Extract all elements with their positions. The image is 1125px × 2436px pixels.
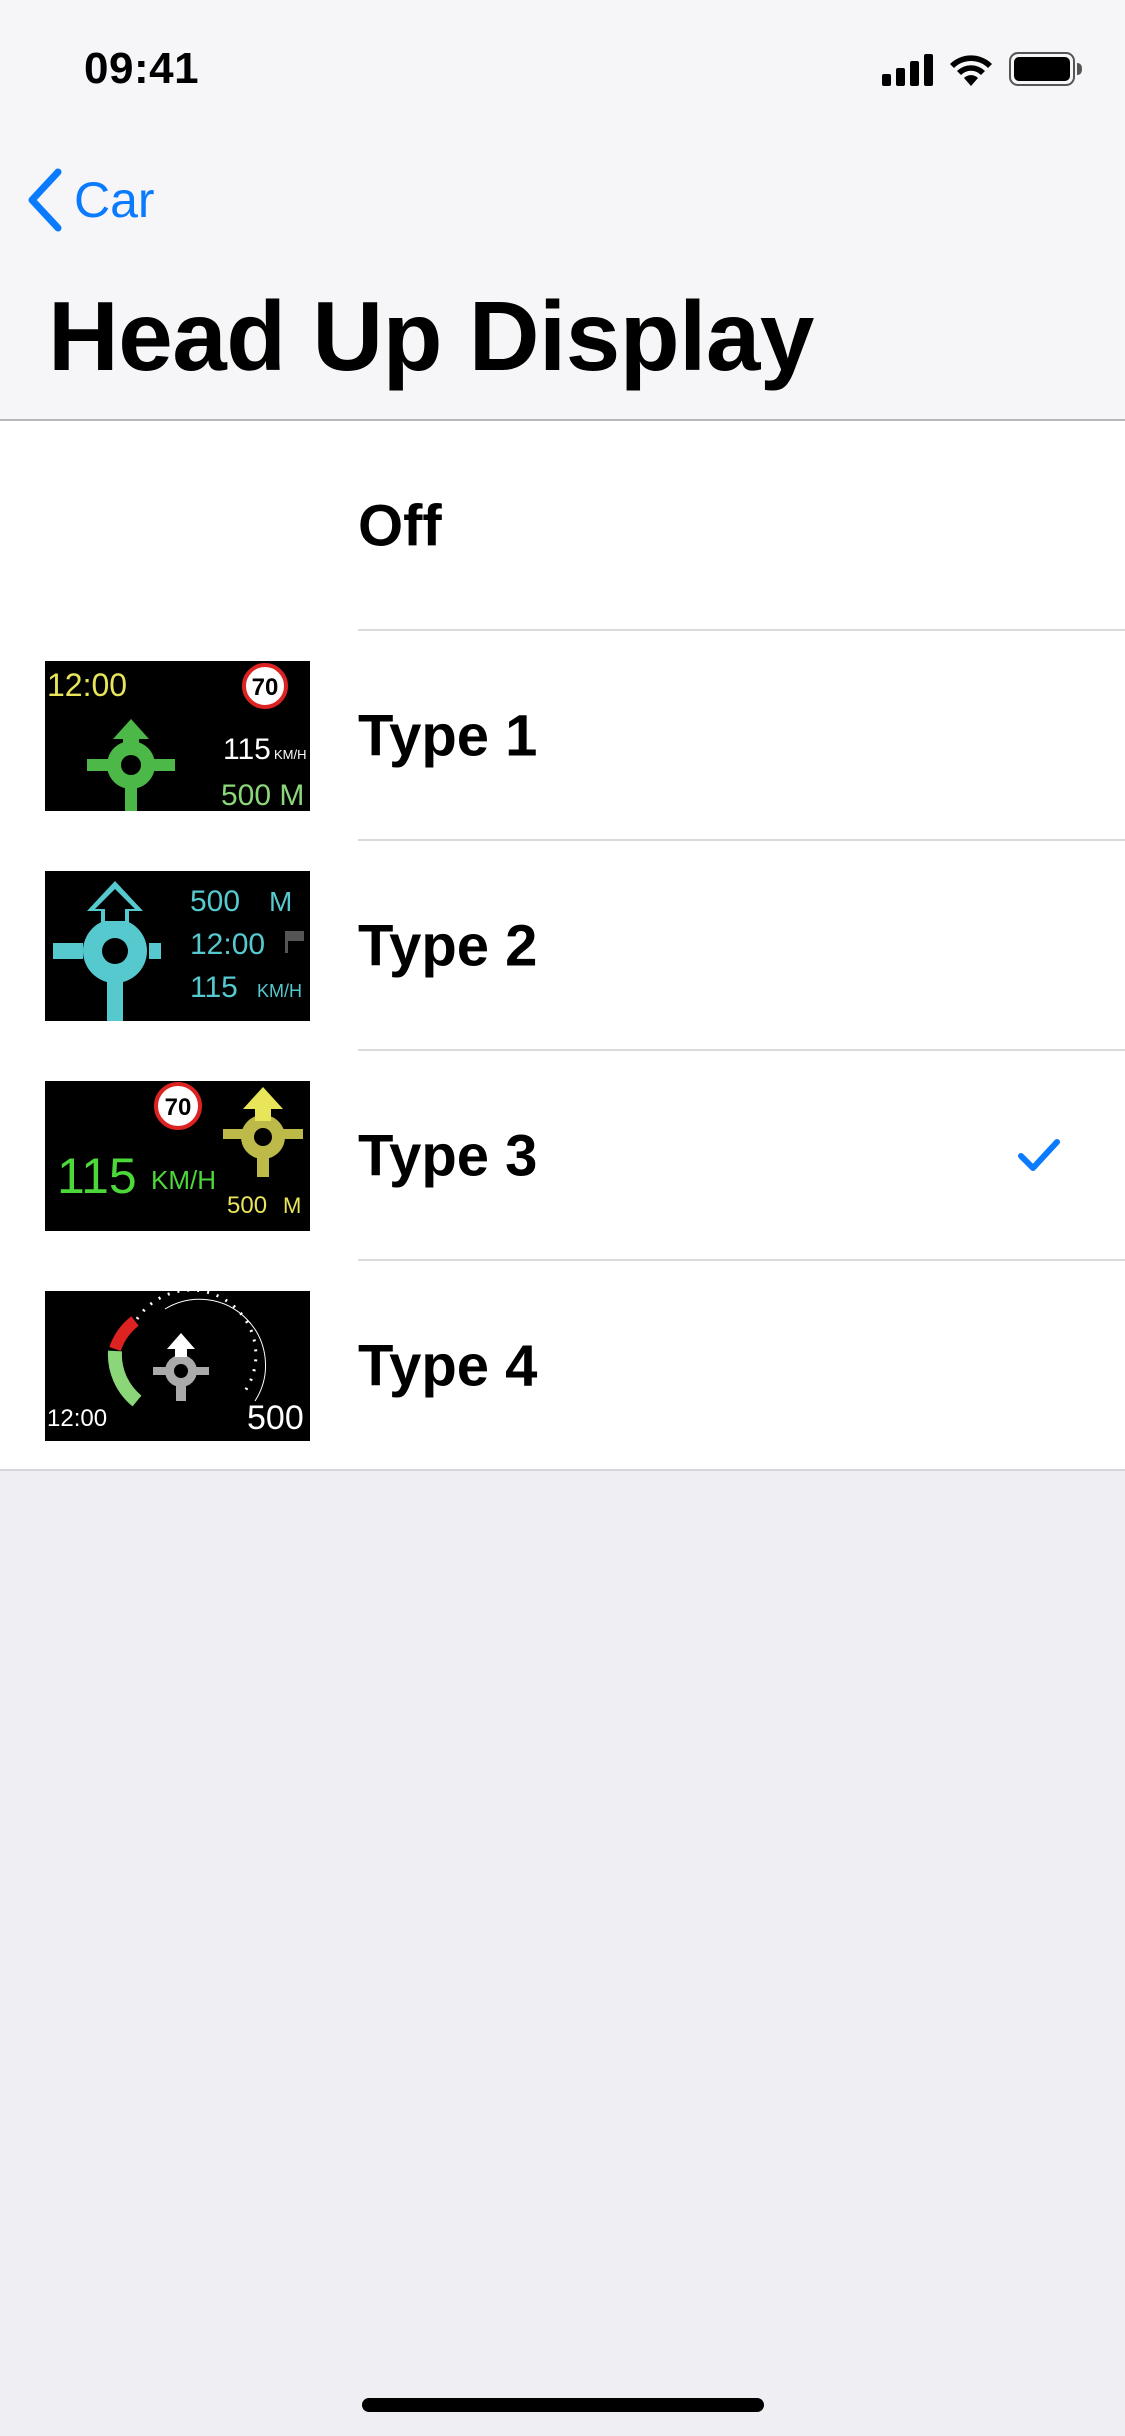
hud-distance-unit: M bbox=[283, 1193, 301, 1218]
roundabout-arrow-icon bbox=[53, 881, 161, 1021]
hud-time: 12:00 bbox=[47, 667, 127, 703]
flag-icon bbox=[285, 931, 304, 953]
hud-time: 12:00 bbox=[190, 928, 265, 961]
hud-type-3-preview: 70 115 KM/H 500 M bbox=[45, 1081, 310, 1231]
back-button[interactable]: Car bbox=[24, 160, 155, 240]
option-label: Type 3 bbox=[358, 1123, 538, 1189]
battery-icon bbox=[1009, 52, 1083, 86]
checkmark-icon bbox=[1018, 1139, 1060, 1171]
option-type-1[interactable]: 12:00 70 115 KM/H 500 M Type 1 bbox=[0, 631, 1125, 841]
hud-speed-unit: KM/H bbox=[274, 747, 307, 762]
home-indicator[interactable] bbox=[362, 2398, 764, 2412]
page-title: Head Up Display bbox=[48, 281, 814, 391]
hud-type-2-preview: 500 M 12:00 115 KM/H bbox=[45, 871, 310, 1021]
hud-options-list: Off 12:00 70 115 KM/H 500 M Type 1 500 M… bbox=[0, 421, 1125, 1471]
hud-type-4-preview: 12:00 500 bbox=[45, 1291, 310, 1441]
roundabout-arrow-icon bbox=[223, 1087, 303, 1177]
option-type-4[interactable]: 12:00 500 Type 4 bbox=[0, 1261, 1125, 1471]
hud-distance: 500 M bbox=[221, 779, 304, 811]
hud-speed: 115 bbox=[190, 971, 238, 1004]
option-label: Type 2 bbox=[358, 913, 538, 979]
hud-speed: 115 bbox=[57, 1148, 137, 1204]
option-label: Type 4 bbox=[358, 1333, 538, 1399]
cellular-signal-icon bbox=[882, 52, 933, 86]
hud-distance: 500 bbox=[190, 885, 240, 918]
hud-speed: 115 bbox=[223, 733, 271, 766]
status-time: 09:41 bbox=[84, 44, 200, 93]
hud-distance: 500 bbox=[247, 1399, 304, 1437]
screen: 09:41 Car Head Up Display Off 12:00 70 1… bbox=[0, 0, 1125, 2436]
hud-speed-unit: KM/H bbox=[151, 1165, 216, 1195]
wifi-icon bbox=[949, 52, 993, 86]
option-off[interactable]: Off bbox=[0, 421, 1125, 631]
hud-time: 12:00 bbox=[47, 1405, 107, 1432]
hud-distance: 500 bbox=[227, 1192, 267, 1219]
hud-type-1-preview: 12:00 70 115 KM/H 500 M bbox=[45, 661, 310, 811]
option-label: Off bbox=[358, 493, 442, 559]
status-icons bbox=[882, 48, 1083, 90]
back-button-label: Car bbox=[74, 172, 155, 228]
roundabout-arrow-icon bbox=[87, 719, 175, 811]
hud-speed-unit: KM/H bbox=[257, 981, 302, 1001]
hud-distance-unit: M bbox=[269, 886, 292, 917]
hud-speed-limit: 70 bbox=[252, 674, 279, 701]
roundabout-arrow-icon bbox=[153, 1333, 209, 1401]
option-type-3[interactable]: 70 115 KM/H 500 M Type 3 bbox=[0, 1051, 1125, 1261]
chevron-left-icon bbox=[28, 168, 62, 232]
option-label: Type 1 bbox=[358, 703, 538, 769]
hud-speed-limit: 70 bbox=[165, 1094, 192, 1121]
navigation-header: 09:41 Car Head Up Display bbox=[0, 0, 1125, 421]
option-type-2[interactable]: 500 M 12:00 115 KM/H Type 2 bbox=[0, 841, 1125, 1051]
